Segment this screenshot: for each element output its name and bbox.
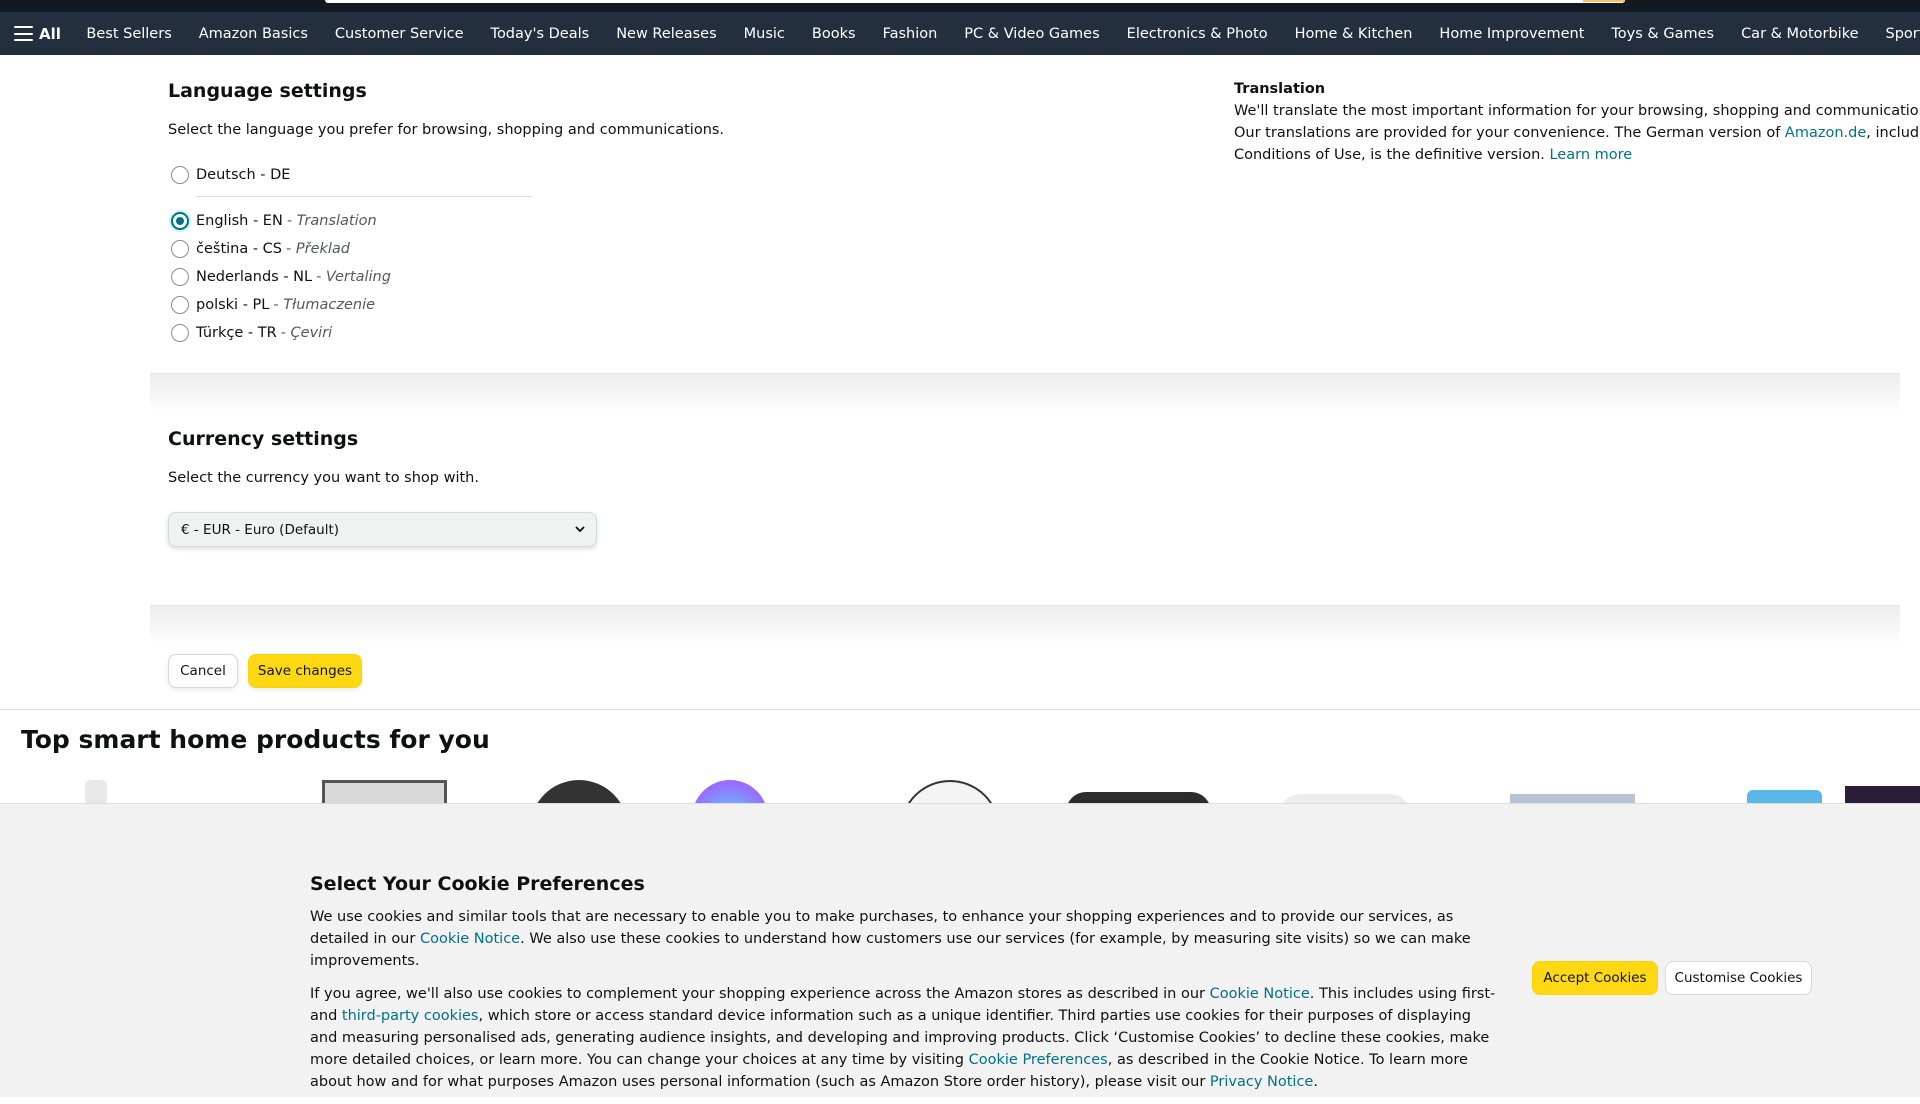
cookie-text: If you agree, we'll also use cookies to … xyxy=(310,986,1210,1002)
language-option-cs[interactable]: čeština - CS - Překlad xyxy=(171,240,350,258)
main-nav: All Best Sellers Amazon Basics Customer … xyxy=(0,12,1920,55)
radio-tr[interactable] xyxy=(171,324,189,342)
third-party-cookies-link[interactable]: third-party cookies xyxy=(342,1008,479,1024)
nav-item-amazon-basics[interactable]: Amazon Basics xyxy=(185,12,321,55)
customise-cookies-button[interactable]: Customise Cookies xyxy=(1665,961,1812,995)
language-settings-title: Language settings xyxy=(168,80,367,102)
radio-nl[interactable] xyxy=(171,268,189,286)
learn-more-link[interactable]: Learn more xyxy=(1549,147,1632,163)
translation-text: Conditions of Use, is the definitive ver… xyxy=(1234,147,1550,163)
nav-item-pc-video-games[interactable]: PC & Video Games xyxy=(951,12,1113,55)
currency-dropdown[interactable]: € - EUR - Euro (Default) xyxy=(168,512,597,547)
radio-de[interactable] xyxy=(171,166,189,184)
language-option-label: polski - PL xyxy=(196,297,270,313)
language-option-sublabel: - Tłumaczenie xyxy=(273,297,376,313)
product-image-tablet[interactable] xyxy=(1747,790,1822,803)
chevron-down-icon xyxy=(575,526,585,533)
product-image-camera[interactable] xyxy=(900,780,1000,803)
nav-item-best-sellers[interactable]: Best Sellers xyxy=(73,12,185,55)
language-option-sublabel: - Translation xyxy=(286,213,377,229)
cookie-notice-link[interactable]: Cookie Notice xyxy=(420,931,520,947)
language-option-sublabel: - Překlad xyxy=(286,241,351,257)
currency-settings-description: Select the currency you want to shop wit… xyxy=(168,470,479,486)
nav-item-electronics-photo[interactable]: Electronics & Photo xyxy=(1113,12,1281,55)
nav-item-home-kitchen[interactable]: Home & Kitchen xyxy=(1281,12,1426,55)
language-settings-description: Select the language you prefer for brows… xyxy=(168,122,725,138)
nav-item-todays-deals[interactable]: Today's Deals xyxy=(477,12,603,55)
translation-text: Our translations are provided for your c… xyxy=(1234,125,1785,141)
cookie-notice-link[interactable]: Cookie Notice xyxy=(1210,986,1310,1002)
language-option-sublabel: - Çeviri xyxy=(280,325,333,341)
cookie-banner: Select Your Cookie Preferences We use co… xyxy=(0,803,1920,1097)
accept-cookies-button[interactable]: Accept Cookies xyxy=(1532,961,1658,995)
translation-line-1: We'll translate the most important infor… xyxy=(1234,103,1920,119)
translation-info: Translation We'll translate the most imp… xyxy=(1234,78,1920,166)
language-option-label: Nederlands - NL xyxy=(196,269,313,285)
nav-item-music[interactable]: Music xyxy=(730,12,798,55)
nav-item-toys-games[interactable]: Toys & Games xyxy=(1598,12,1728,55)
language-option-pl[interactable]: polski - PL - Tłumaczenie xyxy=(171,296,375,314)
product-image-smart-bulb[interactable] xyxy=(692,780,768,803)
product-image-echo[interactable] xyxy=(1066,792,1211,803)
cancel-button[interactable]: Cancel xyxy=(168,654,238,688)
product-image-fire-tv[interactable] xyxy=(1845,786,1920,803)
nav-item-books[interactable]: Books xyxy=(798,12,869,55)
language-option-label: English - EN xyxy=(196,213,283,229)
currency-selected-value: € - EUR - Euro (Default) xyxy=(181,521,340,538)
product-image-display[interactable] xyxy=(322,780,447,803)
all-menu-button[interactable]: All xyxy=(0,12,73,55)
nav-item-car-motorbike[interactable]: Car & Motorbike xyxy=(1728,12,1872,55)
save-changes-button[interactable]: Save changes xyxy=(248,654,362,688)
product-carousel xyxy=(0,772,1920,803)
language-option-en[interactable]: English - EN - Translation xyxy=(171,212,377,230)
product-image-device[interactable] xyxy=(1510,794,1635,803)
translation-line-3: Conditions of Use, is the definitive ver… xyxy=(1234,144,1920,166)
radio-en-selected[interactable] xyxy=(171,212,189,230)
product-image-smart-plug[interactable] xyxy=(85,780,107,803)
all-menu-label: All xyxy=(39,24,61,43)
cookie-text-block: Select Your Cookie Preferences We use co… xyxy=(310,873,1502,1104)
cookie-text: . xyxy=(1313,1074,1318,1090)
language-option-label: Deutsch - DE xyxy=(196,167,291,183)
hamburger-icon xyxy=(14,26,33,41)
nav-item-customer-service[interactable]: Customer Service xyxy=(321,12,477,55)
cookie-preferences-link[interactable]: Cookie Preferences xyxy=(969,1052,1108,1068)
language-option-nl[interactable]: Nederlands - NL - Vertaling xyxy=(171,268,391,286)
cookie-paragraph-2: If you agree, we'll also use cookies to … xyxy=(310,983,1502,1093)
nav-item-home-improvement[interactable]: Home Improvement xyxy=(1426,12,1598,55)
currency-settings-title: Currency settings xyxy=(168,428,359,450)
nav-item-fashion[interactable]: Fashion xyxy=(869,12,951,55)
cookie-paragraph-1: We use cookies and similar tools that ar… xyxy=(310,906,1502,972)
language-option-tr[interactable]: Türkçe - TR - Çeviri xyxy=(171,324,332,342)
page-separator xyxy=(0,709,1920,710)
translation-title: Translation xyxy=(1234,81,1326,97)
language-option-de[interactable]: Deutsch - DE xyxy=(171,166,290,184)
language-option-label: Türkçe - TR xyxy=(196,325,277,341)
nav-item-sports[interactable]: Sports & O xyxy=(1872,12,1920,55)
translation-line-2: Our translations are provided for your c… xyxy=(1234,122,1920,144)
section-divider xyxy=(150,373,1900,413)
language-option-label: čeština - CS xyxy=(196,241,283,257)
section-divider xyxy=(150,605,1900,645)
translation-text: , including xyxy=(1866,125,1920,141)
radio-cs[interactable] xyxy=(171,240,189,258)
amazon-de-link[interactable]: Amazon.de xyxy=(1785,125,1866,141)
product-image-hub[interactable] xyxy=(1280,794,1410,803)
shelf-title: Top smart home products for you xyxy=(21,725,490,754)
language-divider xyxy=(196,196,532,197)
search-button-edge[interactable] xyxy=(1583,0,1625,2)
search-bar-edge[interactable] xyxy=(325,0,1625,3)
top-header-strip xyxy=(0,0,1920,12)
cookie-title: Select Your Cookie Preferences xyxy=(310,873,645,895)
language-option-sublabel: - Vertaling xyxy=(316,269,391,285)
radio-pl[interactable] xyxy=(171,296,189,314)
product-image-speaker-dark[interactable] xyxy=(530,780,628,803)
nav-item-new-releases[interactable]: New Releases xyxy=(603,12,730,55)
privacy-notice-link[interactable]: Privacy Notice xyxy=(1210,1074,1313,1090)
